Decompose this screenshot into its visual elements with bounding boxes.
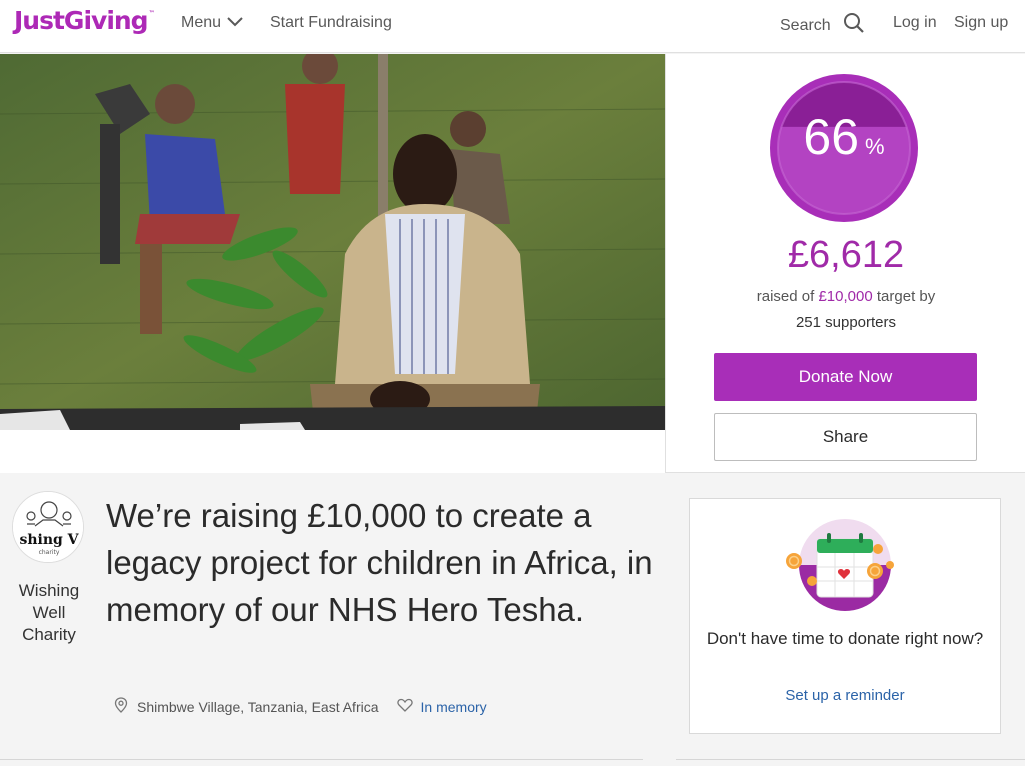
- supporters-count: 251 supporters: [795, 314, 897, 331]
- signup-link[interactable]: Sign up: [954, 14, 1008, 32]
- location-pin-icon: [114, 697, 128, 716]
- category-link[interactable]: In memory: [421, 699, 487, 715]
- divider: [676, 759, 1025, 760]
- menu-label: Menu: [181, 14, 222, 31]
- target-amount: £10,000: [818, 288, 873, 305]
- justgiving-logo[interactable]: JustGiving™: [14, 6, 155, 35]
- site-header: JustGiving™ Menu Start Fundraising Searc…: [0, 0, 1025, 53]
- charity-logo-subtext: charity: [39, 549, 60, 556]
- search-button[interactable]: Search: [780, 12, 865, 39]
- location-text: Shimbwe Village, Tanzania, East Africa: [137, 698, 379, 715]
- divider: [0, 759, 643, 760]
- calendar-icon: [780, 519, 910, 619]
- donation-totaliser: 66% £6,612 raised of £10,000 target by 2…: [665, 54, 1025, 473]
- charity-logo[interactable]: shing V charity: [12, 491, 84, 563]
- login-link[interactable]: Log in: [893, 14, 937, 32]
- menu-button[interactable]: Menu: [181, 14, 243, 32]
- reminder-card: Don't have time to donate right now? Set…: [689, 498, 1001, 734]
- heart-icon: [396, 698, 413, 715]
- raised-target-text: raised of £10,000 target by: [756, 288, 936, 305]
- amount-raised: £6,612: [787, 234, 905, 276]
- reminder-text: Don't have time to donate right now?: [706, 629, 984, 648]
- search-label: Search: [780, 16, 831, 34]
- start-fundraising-link[interactable]: Start Fundraising: [270, 14, 392, 32]
- share-button[interactable]: Share: [714, 413, 977, 461]
- hero-image: [0, 54, 665, 430]
- charity-logo-text: shing V: [19, 532, 79, 548]
- search-icon: [843, 12, 865, 39]
- set-reminder-link[interactable]: Set up a reminder: [690, 687, 1000, 704]
- charity-name[interactable]: Wishing Well Charity: [10, 580, 88, 646]
- chevron-down-icon: [227, 14, 243, 32]
- page-meta: Shimbwe Village, Tanzania, East Africa I…: [114, 697, 487, 716]
- hero-caption-bar: [0, 430, 665, 473]
- page-headline: We’re raising £10,000 to create a legacy…: [106, 497, 653, 628]
- progress-percent: 66%: [803, 109, 885, 165]
- donate-now-button[interactable]: Donate Now: [714, 353, 977, 401]
